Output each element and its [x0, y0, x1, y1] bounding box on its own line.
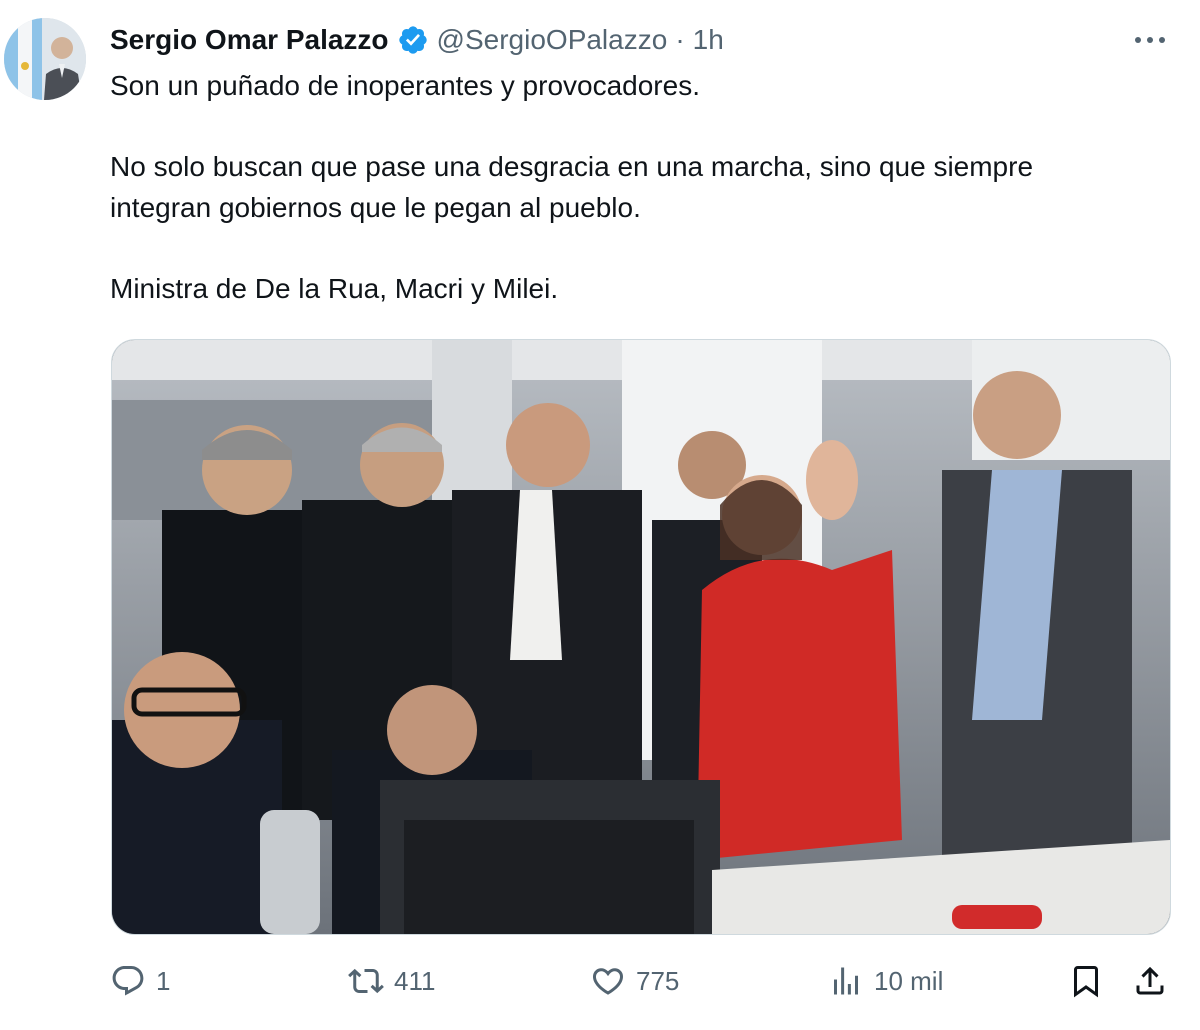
views-icon: [834, 967, 858, 995]
repost-button[interactable]: 411: [348, 955, 435, 1007]
share-icon: [1136, 966, 1164, 995]
avatar[interactable]: [4, 18, 86, 100]
tweet[interactable]: Sergio Omar Palazzo @SergioOPalazzo · 1h…: [0, 0, 1200, 1030]
timestamp[interactable]: 1h: [693, 24, 724, 56]
reply-icon: [112, 966, 144, 996]
tweet-line: No solo buscan que pase una desgracia en…: [110, 151, 1034, 182]
tweet-line: Son un puñado de inoperantes y provocado…: [110, 70, 700, 101]
avatar-image: [4, 18, 86, 100]
separator-dot: ·: [675, 24, 685, 55]
verified-badge-icon: [397, 24, 429, 56]
tweet-header: Sergio Omar Palazzo @SergioOPalazzo · 1h: [110, 20, 724, 60]
tweet-text: Son un puñado de inoperantes y provocado…: [110, 66, 1170, 309]
action-bar: 1 411 775 10 mil: [110, 955, 1180, 1007]
like-button[interactable]: 775: [590, 955, 679, 1007]
tweet-line: integran gobiernos que le pegan al puebl…: [110, 191, 641, 223]
tweet-photo[interactable]: [111, 339, 1171, 935]
author-name[interactable]: Sergio Omar Palazzo: [110, 24, 389, 56]
tweet-line: Ministra de De la Rua, Macri y Milei.: [110, 272, 559, 304]
repost-count: 411: [394, 965, 436, 996]
reply-count: 1: [156, 965, 171, 996]
bookmark-button[interactable]: [1068, 955, 1104, 1007]
heart-icon: [592, 968, 624, 995]
more-icon[interactable]: [1128, 26, 1172, 54]
views-button[interactable]: 10 mil: [828, 955, 943, 1007]
share-button[interactable]: [1132, 955, 1168, 1007]
like-count: 775: [636, 965, 680, 996]
reply-button[interactable]: 1: [110, 955, 170, 1007]
bookmark-icon: [1074, 966, 1098, 998]
repost-icon: [348, 968, 384, 994]
photo-image: [112, 340, 1170, 934]
views-count: 10 mil: [874, 965, 944, 996]
author-handle[interactable]: @SergioOPalazzo: [437, 24, 668, 56]
